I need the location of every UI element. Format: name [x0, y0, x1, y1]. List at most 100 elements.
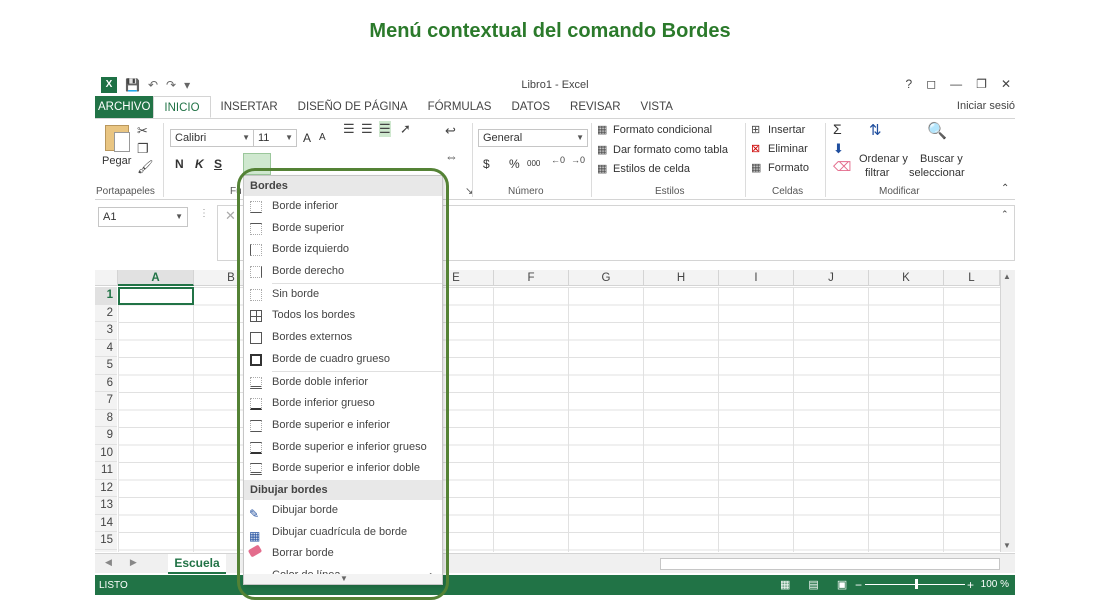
format-as-table-button[interactable]: Dar formato como tabla — [613, 144, 728, 156]
column-header[interactable]: H — [644, 270, 719, 286]
view-buttons: ▦ ▤ ▣ — [780, 578, 847, 591]
column-header[interactable]: I — [719, 270, 794, 286]
restore-icon[interactable]: ❐ — [976, 77, 987, 91]
column-header[interactable]: G — [569, 270, 644, 286]
help-button[interactable]: ? — [906, 77, 913, 91]
column-header[interactable]: A — [118, 270, 194, 286]
zoom-level[interactable]: 100 % — [981, 579, 1009, 590]
row-header[interactable]: 14 — [95, 514, 117, 532]
clear-icon[interactable]: ⌫ — [833, 159, 851, 175]
align-top-icon[interactable]: ☰ — [343, 121, 355, 137]
fill-icon[interactable]: ⬇ — [833, 141, 844, 157]
format-painter-icon[interactable]: 🖌 — [137, 159, 154, 175]
copy-icon[interactable]: ❐ — [137, 141, 149, 157]
row-header[interactable]: 6 — [95, 374, 117, 392]
sheet-nav-arrows-icon[interactable]: ◀▶ — [105, 557, 155, 568]
scroll-down-icon[interactable]: ▼ — [1003, 541, 1011, 550]
page-break-icon[interactable]: ▣ — [837, 578, 847, 591]
sheet-tab[interactable]: Escuela — [168, 554, 226, 574]
tab-diseno-pagina[interactable]: DISEÑO DE PÁGINA — [288, 96, 418, 118]
orientation-icon[interactable]: ➚ — [400, 121, 411, 137]
percent-button[interactable]: % — [509, 157, 520, 171]
zoom-out-icon[interactable]: − — [855, 578, 862, 592]
increase-decimal-icon[interactable]: ←0 — [551, 155, 565, 165]
clipboard-group-label: Portapapeles — [96, 186, 155, 197]
decrease-decimal-icon[interactable]: →0 — [571, 155, 585, 165]
normal-view-icon[interactable]: ▦ — [780, 578, 790, 591]
tab-vista[interactable]: VISTA — [631, 96, 683, 118]
delete-cells-button[interactable]: Eliminar — [768, 143, 808, 155]
sort-filter-label: filtrar — [865, 167, 890, 179]
column-header[interactable]: L — [944, 270, 1000, 286]
row-header[interactable]: 11 — [95, 462, 117, 480]
align-middle-icon[interactable]: ☰ — [361, 121, 373, 137]
sort-filter-button[interactable]: Ordenar y — [859, 153, 908, 165]
grow-font-button[interactable]: A — [303, 131, 311, 145]
collapse-ribbon-icon[interactable]: ⌃ — [1001, 183, 1009, 194]
paste-icon[interactable] — [105, 125, 130, 152]
italic-button[interactable]: K — [195, 157, 204, 171]
merge-center-icon[interactable]: ⇔ — [445, 149, 458, 164]
tab-inicio[interactable]: INICIO — [153, 96, 211, 118]
align-bottom-icon[interactable]: ☰ — [379, 121, 391, 137]
shrink-font-button[interactable]: A — [319, 132, 326, 143]
font-size-select[interactable]: 11 ▼ — [253, 129, 297, 147]
cut-icon[interactable]: ✂ — [137, 123, 148, 139]
currency-button[interactable]: $ — [483, 157, 490, 171]
name-box[interactable]: A1 ▼ — [98, 207, 188, 227]
paste-button[interactable]: Pegar — [102, 155, 131, 167]
zoom-in-icon[interactable]: + — [967, 578, 974, 592]
page-layout-icon[interactable]: ▤ — [808, 578, 818, 591]
font-size-value: 11 — [258, 132, 270, 144]
minimize-icon[interactable]: — — [950, 77, 962, 91]
row-header[interactable]: 10 — [95, 444, 117, 462]
name-box-value: A1 — [103, 211, 117, 223]
number-format-select[interactable]: General ▼ — [478, 129, 588, 147]
find-select-button[interactable]: Buscar y — [920, 153, 963, 165]
tab-insertar[interactable]: INSERTAR — [211, 96, 288, 118]
column-header[interactable]: J — [794, 270, 869, 286]
row-header[interactable]: 9 — [95, 427, 117, 445]
vertical-scrollbar[interactable]: ▲ ▼ — [1000, 270, 1015, 552]
thousands-button[interactable]: 000 — [527, 159, 540, 168]
row-header[interactable]: 8 — [95, 409, 117, 427]
row-header[interactable]: 13 — [95, 497, 117, 515]
font-name-select[interactable]: Calibri ▼ — [170, 129, 254, 147]
active-cell[interactable] — [118, 287, 194, 305]
sheet-tab-bar: ◀▶ Escuela — [95, 553, 1015, 574]
ribbon-display-icon[interactable]: ◻ — [926, 77, 936, 91]
wrap-text-icon[interactable]: ↩ — [445, 123, 456, 139]
row-header[interactable]: 3 — [95, 322, 117, 340]
row-header[interactable]: 7 — [95, 392, 117, 410]
sign-in-link[interactable]: Iniciar sesió — [957, 100, 1015, 112]
row-header[interactable]: 16 — [95, 549, 117, 552]
insert-cells-icon: ⊞ — [751, 124, 761, 136]
expand-formula-bar-icon[interactable]: ⌃ — [1001, 209, 1009, 220]
cell-styles-button[interactable]: Estilos de celda — [613, 163, 690, 175]
conditional-format-button[interactable]: Formato condicional — [613, 124, 712, 136]
select-all-corner[interactable] — [95, 270, 118, 286]
scroll-up-icon[interactable]: ▲ — [1003, 272, 1011, 281]
format-cells-button[interactable]: Formato — [768, 162, 809, 174]
underline-button[interactable]: S — [214, 157, 222, 171]
row-header[interactable]: 2 — [95, 304, 117, 322]
zoom-slider-thumb[interactable] — [915, 579, 918, 589]
row-header[interactable]: 1 — [95, 287, 117, 305]
row-header[interactable]: 4 — [95, 339, 117, 357]
autosum-button[interactable]: Σ — [833, 121, 842, 137]
worksheet-grid[interactable]: A B E F G H I J K L 1 2 3 4 5 6 7 8 9 10… — [95, 270, 1000, 552]
cancel-entry-icon[interactable]: ✕ — [225, 208, 236, 224]
insert-cells-button[interactable]: Insertar — [768, 124, 805, 136]
column-header[interactable]: F — [494, 270, 569, 286]
tab-datos[interactable]: DATOS — [501, 96, 560, 118]
tab-revisar[interactable]: REVISAR — [560, 96, 631, 118]
row-header[interactable]: 5 — [95, 357, 117, 375]
column-header[interactable]: K — [869, 270, 944, 286]
tab-archivo[interactable]: ARCHIVO — [95, 96, 154, 118]
bold-button[interactable]: N — [175, 157, 184, 171]
close-icon[interactable]: ✕ — [1001, 77, 1011, 91]
row-header[interactable]: 15 — [95, 532, 117, 550]
row-header[interactable]: 12 — [95, 479, 117, 497]
horizontal-scrollbar[interactable] — [660, 558, 1000, 570]
tab-formulas[interactable]: FÓRMULAS — [418, 96, 502, 118]
